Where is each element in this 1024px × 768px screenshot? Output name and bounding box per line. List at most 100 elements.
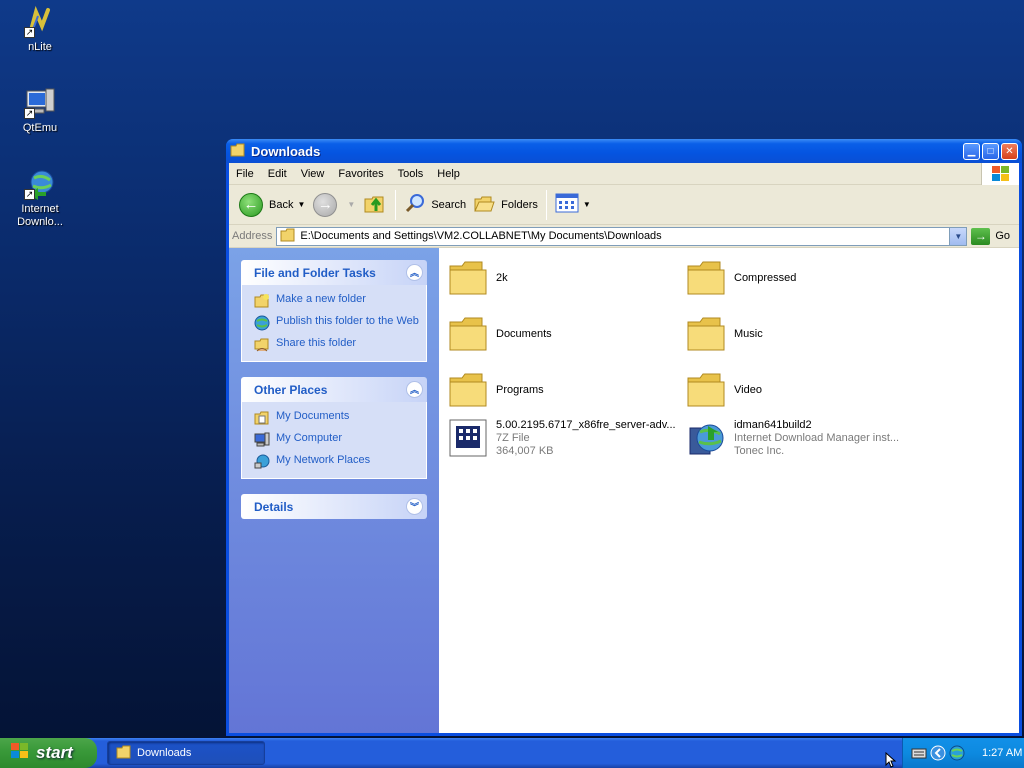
folder-item-video[interactable]: Video bbox=[686, 370, 762, 410]
menu-edit[interactable]: Edit bbox=[261, 168, 294, 180]
folders-icon bbox=[474, 193, 496, 216]
folder-icon bbox=[687, 317, 725, 351]
my-computer-icon bbox=[254, 432, 270, 447]
menu-tools[interactable]: Tools bbox=[391, 168, 431, 180]
go-button[interactable]: → Go bbox=[971, 227, 1016, 245]
forward-button[interactable]: → ▼ bbox=[309, 189, 359, 221]
share-folder-icon bbox=[254, 338, 269, 352]
back-dropdown-icon[interactable]: ▼ bbox=[297, 200, 305, 209]
address-input[interactable]: E:\Documents and Settings\VM2.COLLABNET\… bbox=[276, 226, 968, 246]
folder-item-programs[interactable]: Programs bbox=[448, 370, 544, 410]
folder-icon bbox=[449, 317, 487, 351]
my-network-places-link[interactable]: My Network Places bbox=[254, 454, 420, 470]
folder-icon bbox=[449, 261, 487, 295]
folder-icon bbox=[449, 373, 487, 407]
up-button[interactable] bbox=[359, 189, 391, 221]
link-label: Publish this folder to the Web bbox=[276, 315, 419, 327]
my-documents-icon bbox=[254, 411, 269, 425]
new-folder-icon bbox=[254, 294, 269, 308]
address-path: E:\Documents and Settings\VM2.COLLABNET\… bbox=[300, 230, 662, 242]
panel-header[interactable]: Other Places ︽ bbox=[241, 377, 427, 402]
folders-button[interactable]: Folders bbox=[470, 189, 542, 221]
menu-favorites[interactable]: Favorites bbox=[331, 168, 390, 180]
menu-view[interactable]: View bbox=[294, 168, 332, 180]
desktop-icon-idm[interactable]: ↗ Internet Downlo... bbox=[2, 168, 78, 229]
collapse-icon[interactable]: ︽ bbox=[406, 264, 423, 281]
folder-up-icon bbox=[363, 191, 387, 218]
computer-icon: ↗ bbox=[24, 87, 56, 119]
show-hidden-icons-button[interactable] bbox=[930, 745, 946, 761]
address-dropdown-button[interactable]: ▼ bbox=[949, 227, 967, 245]
forward-arrow-icon: → bbox=[313, 192, 338, 217]
folder-name: Documents bbox=[496, 327, 552, 340]
shortcut-arrow-icon: ↗ bbox=[24, 27, 35, 38]
folder-icon bbox=[687, 261, 725, 295]
start-button[interactable]: start bbox=[0, 738, 97, 768]
menu-help[interactable]: Help bbox=[430, 168, 467, 180]
folder-icon bbox=[116, 745, 132, 762]
maximize-button[interactable]: □ bbox=[982, 142, 999, 160]
folder-item-compressed[interactable]: Compressed bbox=[686, 258, 796, 298]
make-new-folder-link[interactable]: Make a new folder bbox=[254, 293, 420, 309]
file-item-7z[interactable]: 5.00.2195.6717_x86fre_server-adv... 7Z F… bbox=[448, 418, 676, 458]
folder-icon bbox=[230, 143, 246, 160]
search-icon bbox=[404, 192, 426, 217]
panel-title: File and Folder Tasks bbox=[254, 265, 376, 280]
chevron-down-icon: ▼ bbox=[954, 231, 963, 241]
details-panel: Details ︾ bbox=[241, 494, 427, 519]
publish-folder-link[interactable]: Publish this folder to the Web bbox=[254, 315, 420, 331]
mouse-cursor-icon bbox=[885, 752, 897, 768]
folder-item-music[interactable]: Music bbox=[686, 314, 763, 354]
desktop-icon-nlite[interactable]: ↗ nLite bbox=[2, 5, 78, 54]
archive-file-icon bbox=[449, 419, 487, 457]
window-title: Downloads bbox=[251, 143, 321, 159]
my-computer-link[interactable]: My Computer bbox=[254, 432, 420, 448]
menu-bar: File Edit View Favorites Tools Help bbox=[229, 163, 1019, 185]
folder-item-documents[interactable]: Documents bbox=[448, 314, 552, 354]
link-label: My Documents bbox=[276, 410, 350, 422]
system-tray: 1:27 AM bbox=[902, 738, 1024, 768]
desktop-icon-label: Internet Downlo... bbox=[17, 203, 63, 228]
title-bar[interactable]: Downloads ▁ □ ✕ bbox=[226, 139, 1022, 163]
back-label: Back bbox=[269, 198, 294, 211]
panel-header[interactable]: File and Folder Tasks ︽ bbox=[241, 260, 427, 285]
folder-item-2k[interactable]: 2k bbox=[448, 258, 508, 298]
share-folder-link[interactable]: Share this folder bbox=[254, 337, 420, 353]
clock: 1:27 AM bbox=[982, 747, 1023, 759]
file-item-idman[interactable]: idman641build2 Internet Download Manager… bbox=[686, 418, 899, 458]
close-button[interactable]: ✕ bbox=[1001, 142, 1018, 160]
file-size: 364,007 KB bbox=[496, 444, 554, 457]
views-icon bbox=[555, 193, 579, 216]
toolbar: ← Back ▼ → ▼ Search Folders ▼ bbox=[229, 185, 1019, 225]
back-button[interactable]: ← Back ▼ bbox=[235, 189, 309, 221]
task-label: Downloads bbox=[137, 747, 192, 759]
desktop-icon-qtemu[interactable]: ↗ QtEmu bbox=[2, 87, 78, 135]
address-bar: Address E:\Documents and Settings\VM2.CO… bbox=[229, 225, 1019, 248]
file-name: 5.00.2195.6717_x86fre_server-adv... bbox=[496, 418, 676, 431]
link-label: My Network Places bbox=[276, 454, 371, 466]
network-globe-icon[interactable] bbox=[949, 745, 965, 761]
panel-header[interactable]: Details ︾ bbox=[241, 494, 427, 519]
forward-dropdown-icon[interactable]: ▼ bbox=[347, 200, 355, 209]
other-places-panel: Other Places ︽ My Documents My Computer bbox=[241, 377, 427, 479]
folder-name: Compressed bbox=[734, 271, 797, 284]
menu-file[interactable]: File bbox=[229, 168, 261, 180]
address-label: Address bbox=[232, 230, 273, 242]
my-documents-link[interactable]: My Documents bbox=[254, 410, 420, 426]
folder-icon bbox=[280, 228, 296, 245]
collapse-icon[interactable]: ︽ bbox=[406, 381, 423, 398]
views-button[interactable]: ▼ bbox=[551, 189, 595, 221]
panel-title: Other Places bbox=[254, 382, 328, 397]
back-arrow-icon: ← bbox=[239, 192, 263, 217]
expand-icon[interactable]: ︾ bbox=[406, 498, 423, 515]
views-dropdown-icon[interactable]: ▼ bbox=[583, 200, 591, 209]
search-label: Search bbox=[431, 198, 467, 211]
go-arrow-icon: → bbox=[971, 227, 991, 245]
taskbar: start Downloads 1:27 AM bbox=[0, 738, 1024, 768]
minimize-button[interactable]: ▁ bbox=[963, 142, 980, 160]
taskbar-item-downloads[interactable]: Downloads bbox=[107, 741, 265, 765]
keyboard-icon[interactable] bbox=[911, 745, 927, 761]
windows-logo-icon bbox=[981, 163, 1019, 185]
go-label: Go bbox=[995, 230, 1010, 242]
search-button[interactable]: Search bbox=[400, 189, 470, 221]
